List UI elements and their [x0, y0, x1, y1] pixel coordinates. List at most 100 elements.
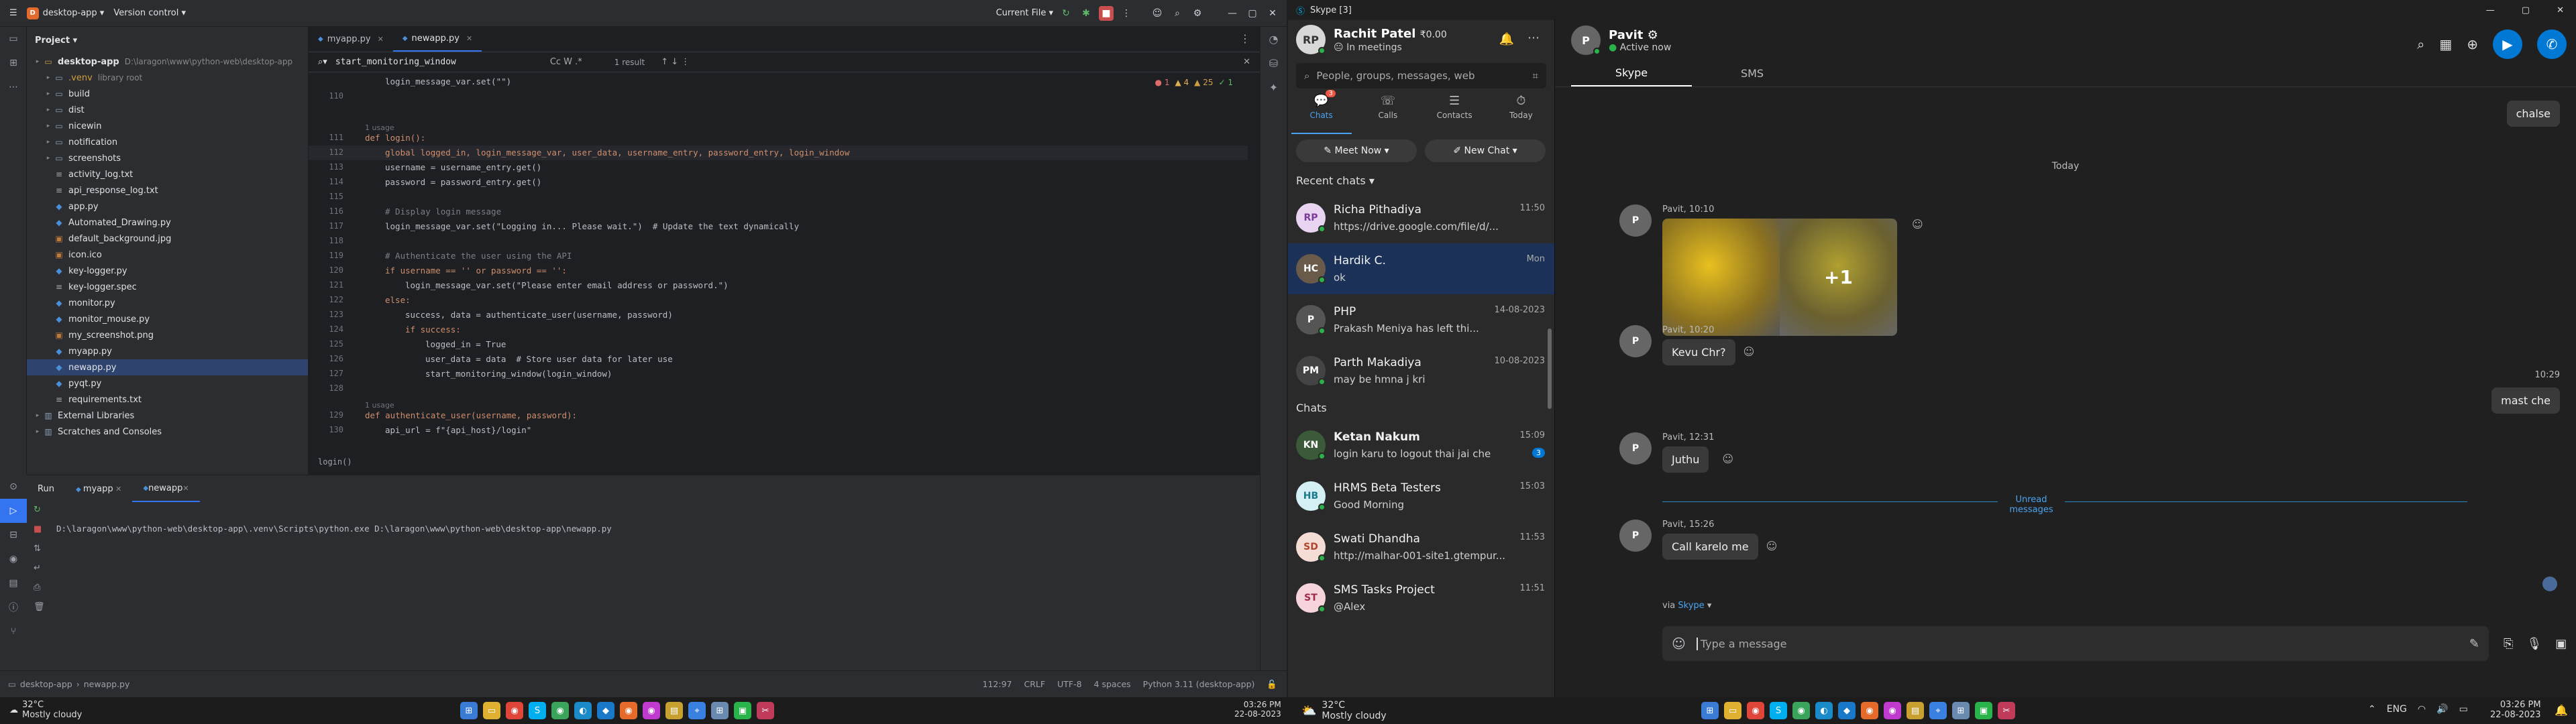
terminal-icon[interactable]: ▤: [0, 571, 27, 595]
expand-chevron-icon[interactable]: ▸: [43, 90, 54, 97]
lock-icon[interactable]: 🔓: [1267, 679, 1277, 690]
edge-icon[interactable]: ◐: [1815, 702, 1833, 719]
expand-chevron-icon[interactable]: ▸: [43, 139, 54, 145]
chat-item[interactable]: HC Hardik C. ok Mon: [1288, 243, 1554, 294]
new-chat-button[interactable]: ✐ New Chat ▾: [1425, 139, 1546, 162]
rerun-run-icon[interactable]: ↻: [34, 505, 45, 515]
firefox-dev-icon[interactable]: ◉: [1884, 702, 1901, 719]
inspection-widget[interactable]: ● 1 ▲ 4 ▲ 25 ✓ 1: [1155, 78, 1233, 87]
run-tab[interactable]: ◆ newapp ✕: [132, 475, 200, 502]
tree-item[interactable]: ▸ ▭ notification: [27, 134, 308, 150]
tree-item[interactable]: ◆ pyqt.py: [27, 375, 308, 391]
tabs-more-icon[interactable]: ⋮: [1240, 32, 1250, 45]
tree-item[interactable]: ◆ key-logger.py: [27, 263, 308, 279]
indent-setting[interactable]: 4 spaces: [1094, 679, 1131, 689]
message-list[interactable]: Today Unread messages chalse P Pavit, 10:10 +…: [1555, 87, 2576, 617]
console-output[interactable]: D:\laragon\www\python-web\desktop-app\.v…: [56, 524, 612, 534]
maximize-icon[interactable]: ▢: [1245, 6, 1260, 21]
account-icon[interactable]: ☺: [1150, 6, 1165, 21]
tree-item[interactable]: ▸ ▭ screenshots: [27, 150, 308, 166]
chrome-2-icon[interactable]: ◉: [1792, 702, 1810, 719]
chat-item[interactable]: KN Ketan Nakum login karu to logout thai j…: [1288, 420, 1554, 471]
gallery-icon[interactable]: ▦: [2439, 36, 2452, 52]
battery-icon[interactable]: ▭: [2459, 704, 2468, 715]
sender-avatar[interactable]: P: [1619, 204, 1652, 237]
debug-icon[interactable]: ✱: [1079, 6, 1093, 21]
chat-item[interactable]: HB HRMS Beta Testers Good Morning 15:03: [1288, 471, 1554, 522]
notes-icon[interactable]: ▤: [1907, 702, 1924, 719]
audio-call-icon[interactable]: ✆: [2537, 29, 2567, 59]
received-message[interactable]: Pavit, 10:20 Kevu Chr? ☺: [1662, 325, 1754, 365]
sent-message[interactable]: mast che: [2491, 387, 2560, 414]
meet-now-button[interactable]: ✎ Meet Now ▾: [1296, 139, 1417, 162]
chat-item[interactable]: P PHP Prakash Meniya has left thi... 14-08-…: [1288, 294, 1554, 345]
structure-icon[interactable]: ⊞: [0, 51, 27, 75]
chat-item[interactable]: SD Swati Dhandha http://malhar-001-site1.g…: [1288, 522, 1554, 572]
weather-widget-left[interactable]: ☁ 32°C Mostly cloudy: [9, 700, 82, 720]
react-icon[interactable]: ☺: [1743, 345, 1755, 358]
tree-item[interactable]: ≡ api_response_log.txt: [27, 182, 308, 198]
contact-settings-icon[interactable]: ⚙: [1648, 28, 1658, 42]
tree-item[interactable]: ◆ monitor.py: [27, 295, 308, 311]
attach-file-icon[interactable]: ⎘: [2504, 637, 2513, 651]
stop-icon[interactable]: ■: [1099, 5, 1114, 21]
more-options-icon[interactable]: ⋯: [1527, 31, 1540, 45]
format-pen-icon[interactable]: ✎: [2469, 637, 2479, 651]
firefox-icon[interactable]: ◉: [1861, 702, 1878, 719]
react-icon[interactable]: ☺: [1912, 218, 1923, 231]
line-separator[interactable]: CRLF: [1024, 679, 1046, 689]
lang-indicator[interactable]: ENG: [2387, 704, 2407, 715]
skype-maximize-icon[interactable]: ▢: [2522, 5, 2530, 15]
media-icon[interactable]: ▣: [2555, 637, 2567, 651]
nav-chats[interactable]: 💬 3 Chats: [1291, 90, 1352, 134]
run-tool-icon[interactable]: ▷: [0, 499, 27, 523]
find-input[interactable]: start_monitoring_window: [335, 57, 537, 67]
maps-icon[interactable]: ⌖: [1929, 702, 1947, 719]
chat-item[interactable]: RP Richa Pithadiya https://drive.google.co…: [1288, 192, 1554, 243]
soft-wrap-icon[interactable]: ↵: [34, 563, 45, 573]
expand-chevron-icon[interactable]: ▸: [32, 58, 43, 65]
minimize-icon[interactable]: —: [1225, 6, 1240, 21]
tree-item[interactable]: ▸ ▭ desktop-app D:\laragon\www\python-web\d…: [27, 54, 308, 70]
conversation-search-icon[interactable]: ⌕: [2417, 36, 2424, 52]
services-icon[interactable]: ◉: [0, 547, 27, 571]
clock-left[interactable]: 03:26 PM 22-08-2023: [1234, 700, 1281, 719]
problems-icon[interactable]: ⓘ: [0, 595, 27, 619]
tree-item[interactable]: ▸ ▥ Scratches and Consoles: [27, 424, 308, 440]
code-area[interactable]: ● 1 ▲ 4 ▲ 25 ✓ 1 login_message_var.set("…: [309, 74, 1260, 475]
sent-message[interactable]: chalse: [2506, 101, 2560, 127]
more-photos-overlay[interactable]: +1: [1780, 219, 1897, 336]
tab-close-icon[interactable]: ✕: [378, 35, 384, 44]
expand-chevron-icon[interactable]: ▸: [43, 74, 54, 81]
contact-name[interactable]: Pavit: [1609, 28, 1643, 42]
edge-icon[interactable]: ◐: [574, 702, 592, 719]
skype-icon[interactable]: S: [529, 702, 546, 719]
start-icon[interactable]: ⊞: [460, 702, 478, 719]
python-console-icon[interactable]: ⊟: [0, 523, 27, 547]
editor-tab[interactable]: ◆ myapp.py ✕: [309, 27, 393, 52]
file-explorer-icon[interactable]: ▭: [483, 702, 500, 719]
sender-avatar[interactable]: P: [1619, 432, 1652, 465]
chrome-2-icon[interactable]: ◉: [551, 702, 569, 719]
search-everywhere-icon[interactable]: ⌕: [1170, 6, 1185, 21]
react-icon[interactable]: ☺: [1766, 540, 1778, 552]
flower-photo-1[interactable]: [1662, 219, 1780, 336]
maps-icon[interactable]: ⌖: [688, 702, 706, 719]
received-message[interactable]: Pavit, 10:10 +1 ☺: [1662, 204, 1923, 336]
run-tab-close-icon[interactable]: ✕: [113, 485, 121, 493]
firefox-icon[interactable]: ◉: [620, 702, 637, 719]
settings-gear-icon[interactable]: ⚙: [1190, 6, 1205, 21]
scroll-icon[interactable]: ⇅: [34, 544, 45, 554]
tree-item[interactable]: ▸ ▭ build: [27, 86, 308, 102]
tree-item[interactable]: ◆ app.py: [27, 198, 308, 215]
close-icon[interactable]: ✕: [1265, 6, 1280, 21]
more-actions-icon[interactable]: ⋮: [1119, 6, 1134, 21]
weather-widget-right[interactable]: ⛅ 32°C Mostly cloudy: [1301, 700, 1387, 721]
pycharm-icon[interactable]: ▣: [734, 702, 751, 719]
contact-avatar[interactable]: P: [1571, 25, 1601, 55]
rerun-icon[interactable]: ↻: [1059, 6, 1073, 21]
notifications-icon[interactable]: ◔: [1260, 27, 1287, 51]
tree-item[interactable]: ◆ newapp.py: [27, 359, 308, 375]
tree-item[interactable]: ▣ default_background.jpg: [27, 231, 308, 247]
run-config-selector[interactable]: Current File ▾: [996, 8, 1053, 18]
